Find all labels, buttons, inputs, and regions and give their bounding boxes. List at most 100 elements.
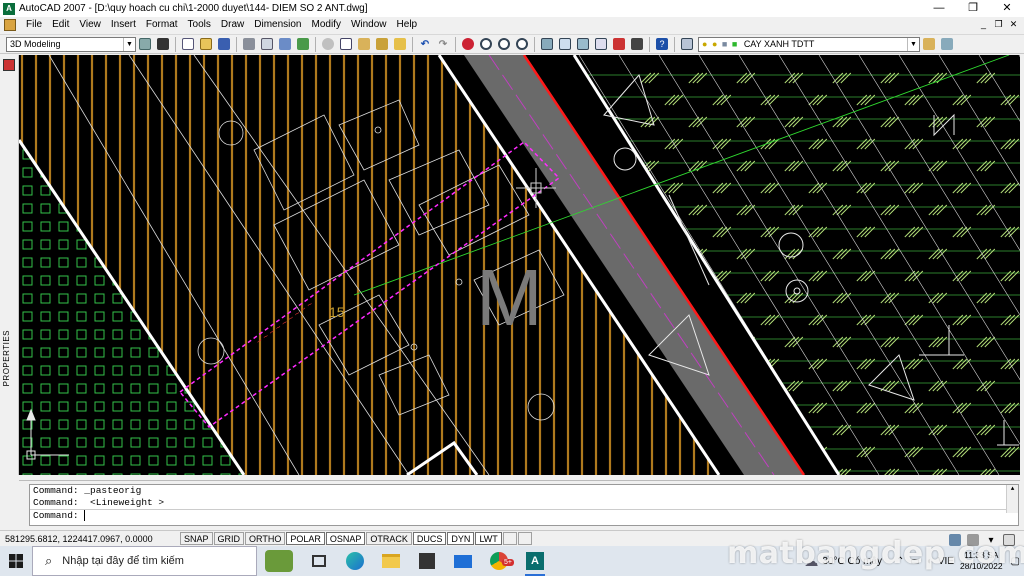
command-history-line: Command: _pasteorig (33, 485, 142, 496)
polar-toggle[interactable]: POLAR (286, 532, 325, 545)
menu-dimension[interactable]: Dimension (249, 17, 306, 33)
command-scrollbar[interactable]: ▲ (1006, 485, 1018, 513)
ortho-toggle[interactable]: ORTHO (245, 532, 286, 545)
properties-icon[interactable] (539, 36, 555, 52)
menu-edit[interactable]: Edit (47, 17, 74, 33)
dyn-toggle[interactable]: DYN (447, 532, 475, 545)
menu-draw[interactable]: Draw (216, 17, 249, 33)
store-icon[interactable] (409, 546, 445, 576)
rotated-red-label: ~ ~ ~ ~ ~ ~ ~ ~ ~ (254, 299, 314, 347)
ucs-icon (26, 408, 69, 460)
save-icon[interactable] (216, 36, 232, 52)
zoom-previous-icon[interactable] (514, 36, 530, 52)
status-menu-icon[interactable] (517, 532, 532, 545)
menu-insert[interactable]: Insert (106, 17, 141, 33)
command-input[interactable]: Command: (30, 509, 1018, 521)
standard-toolbar: 3D Modeling ▼ ↶ ↷ ? ● ● ■ ■ CAY XANH TDT… (0, 34, 1024, 54)
otrack-toggle[interactable]: OTRACK (366, 532, 412, 545)
autocad-taskbar-icon[interactable]: A (517, 546, 553, 576)
undo-icon[interactable]: ↶ (417, 36, 433, 52)
taskbar-search-box[interactable]: ⌕ Nhập tại đây để tìm kiếm (32, 546, 257, 576)
help-icon[interactable]: ? (654, 36, 670, 52)
snap-toggle[interactable]: SNAP (180, 532, 213, 545)
document-controls: _ ❐ ✕ (975, 18, 1020, 31)
workspace-save-icon[interactable] (155, 36, 171, 52)
menu-modify[interactable]: Modify (307, 17, 346, 33)
file-explorer-icon[interactable] (373, 546, 409, 576)
workspace-select[interactable]: 3D Modeling ▼ (6, 36, 136, 52)
windows-start-button[interactable] (0, 546, 32, 576)
menu-window[interactable]: Window (346, 17, 392, 33)
menu-tools[interactable]: Tools (183, 17, 216, 33)
command-history-box[interactable]: Command: _pasteorig Command: <Lineweight… (29, 484, 1019, 526)
doc-close-button[interactable]: ✕ (1007, 18, 1020, 31)
markup-icon[interactable] (611, 36, 627, 52)
layer-previous-icon[interactable] (939, 36, 955, 52)
edge-icon[interactable] (337, 546, 373, 576)
pan-icon[interactable] (460, 36, 476, 52)
lock-icon: ■ (721, 38, 728, 49)
menu-view[interactable]: View (74, 17, 106, 33)
restore-button[interactable]: ❐ (956, 0, 990, 17)
doc-minimize-button[interactable]: _ (977, 18, 990, 31)
document-icon[interactable] (4, 19, 16, 31)
minimize-button[interactable]: — (922, 0, 956, 17)
toolbar-separator (674, 36, 675, 52)
right-edge (1020, 55, 1024, 475)
copy-icon[interactable] (338, 36, 354, 52)
properties-palette-strip[interactable]: PROPERTIES (0, 55, 19, 475)
plot-preview-icon[interactable] (259, 36, 275, 52)
doc-restore-button[interactable]: ❐ (992, 18, 1005, 31)
window-controls: — ❐ ✕ (922, 0, 1024, 17)
zoom-window-icon[interactable] (496, 36, 512, 52)
lot-number-label: 15 (329, 304, 345, 320)
coordinates-readout[interactable]: 581295.6812, 1224417.0967, 0.0000 (0, 534, 180, 544)
drawing-canvas[interactable]: ~ ~ ~ ~ ~ ~ ~ ~ ~ M 15 (19, 55, 1020, 475)
zoom-realtime-icon[interactable] (478, 36, 494, 52)
properties-palette-label: PROPERTIES (2, 330, 11, 387)
layer-value: CAY XANH TDTT (743, 38, 815, 49)
task-view-icon[interactable] (301, 546, 337, 576)
3d-dwf-icon[interactable] (295, 36, 311, 52)
command-history-line: Command: <Lineweight > (33, 497, 165, 508)
chevron-down-icon: ▼ (907, 37, 919, 51)
ducs-toggle[interactable]: DUCS (412, 532, 447, 545)
layer-manager-icon[interactable] (679, 36, 695, 52)
make-current-layer-icon[interactable] (921, 36, 937, 52)
cad-drawing[interactable]: ~ ~ ~ ~ ~ ~ ~ ~ ~ M 15 (19, 55, 1020, 475)
block-editor-icon[interactable] (392, 36, 408, 52)
cut-icon[interactable] (320, 36, 336, 52)
notification-badge: 5+ (502, 559, 514, 566)
window-title: AutoCAD 2007 - [D:\quy hoach cu chi\1-20… (19, 3, 368, 14)
cortana-mascot-icon[interactable] (257, 546, 301, 576)
menu-bar: File Edit View Insert Format Tools Draw … (0, 17, 1024, 33)
new-file-icon[interactable] (180, 36, 196, 52)
plot-icon[interactable] (241, 36, 257, 52)
palette-options-icon[interactable] (3, 59, 15, 71)
toolbar-separator (455, 36, 456, 52)
layer-select[interactable]: ● ● ■ ■ CAY XANH TDTT ▼ (698, 36, 920, 52)
workspace-settings-icon[interactable] (137, 36, 153, 52)
tool-palettes-icon[interactable] (575, 36, 591, 52)
redo-icon[interactable]: ↷ (435, 36, 451, 52)
close-button[interactable]: ✕ (990, 0, 1024, 17)
match-properties-icon[interactable] (374, 36, 390, 52)
mail-icon[interactable] (445, 546, 481, 576)
model-layout-icon[interactable] (502, 532, 517, 545)
menu-file[interactable]: File (21, 17, 47, 33)
publish-icon[interactable] (277, 36, 293, 52)
calculator-icon[interactable] (629, 36, 645, 52)
sheet-set-icon[interactable] (593, 36, 609, 52)
workspace-value: 3D Modeling (10, 38, 61, 49)
grid-toggle[interactable]: GRID (213, 532, 245, 545)
paste-icon[interactable] (356, 36, 372, 52)
layer-color-swatch-icon: ■ (731, 38, 738, 49)
open-file-icon[interactable] (198, 36, 214, 52)
menu-help[interactable]: Help (392, 17, 423, 33)
design-center-icon[interactable] (557, 36, 573, 52)
command-prompt: Command: (33, 510, 79, 521)
menu-format[interactable]: Format (141, 17, 183, 33)
lwt-toggle[interactable]: LWT (475, 532, 502, 545)
osnap-toggle[interactable]: OSNAP (325, 532, 366, 545)
chrome-icon[interactable]: 5+ (481, 546, 517, 576)
